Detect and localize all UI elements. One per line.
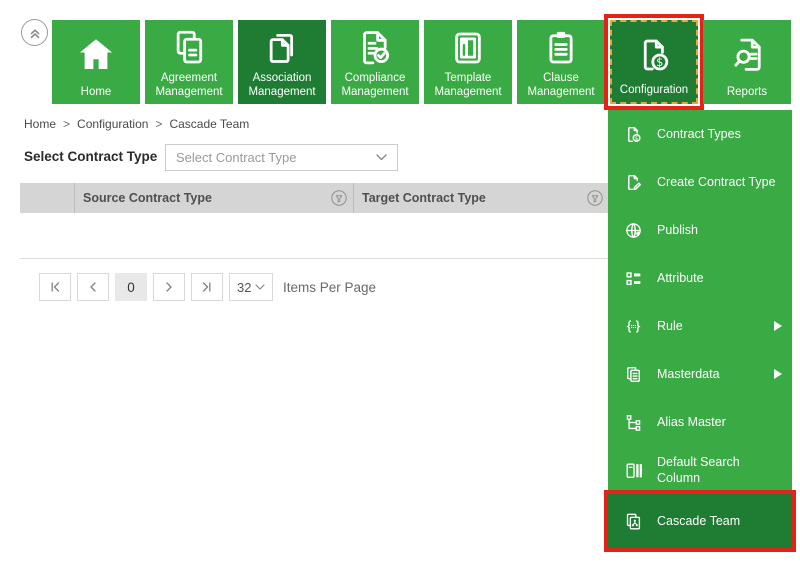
menu-item-create-contract-type[interactable]: Create Contract Type (608, 158, 792, 206)
attribute-icon (621, 267, 645, 289)
menu-item-label: Default Search Column (657, 454, 782, 487)
submenu-arrow-icon (774, 369, 782, 379)
page-size-value: 32 (237, 280, 251, 295)
default-search-column-icon (621, 459, 645, 481)
agreement-icon (168, 20, 210, 71)
nav-tile-label: Association Management (238, 71, 326, 104)
nav-tile-association-management[interactable]: Association Management (238, 20, 326, 104)
breadcrumb-configuration[interactable]: Configuration (77, 117, 148, 131)
menu-item-publish[interactable]: Publish (608, 206, 792, 254)
nav-tile-reports[interactable]: Reports (703, 20, 791, 104)
contract-types-icon: $ (621, 123, 645, 145)
last-page-button[interactable] (191, 273, 223, 301)
breadcrumb-separator: > (155, 117, 162, 131)
association-icon (261, 20, 303, 71)
svg-text:$: $ (656, 55, 663, 69)
menu-item-masterdata[interactable]: Masterdata (608, 350, 792, 398)
clause-icon (540, 20, 582, 71)
svg-text:$: $ (634, 135, 638, 141)
alias-master-icon (621, 411, 645, 433)
menu-item-alias-master[interactable]: Alias Master (608, 398, 792, 446)
select-contract-type-label: Select Contract Type (24, 149, 157, 164)
masterdata-icon (621, 363, 645, 385)
menu-item-label: Publish (657, 222, 782, 238)
nav-tile-configuration[interactable]: $ Configuration (610, 20, 698, 104)
items-per-page-label: Items Per Page (283, 280, 376, 295)
breadcrumb-cascade-team: Cascade Team (169, 117, 249, 131)
grid-header-cell-empty (20, 183, 75, 213)
nav-tile-label: Template Management (424, 71, 512, 104)
grid-header-cell-target-contract-type: Target Contract Type (354, 183, 610, 213)
nav-tile-label: Agreement Management (145, 71, 233, 104)
first-page-button[interactable] (39, 273, 71, 301)
menu-item-label: Rule (657, 318, 774, 334)
nav-tile-clause-management[interactable]: Clause Management (517, 20, 605, 104)
create-contract-type-icon (621, 171, 645, 193)
filter-icon[interactable] (587, 190, 603, 206)
configuration-menu: $ Contract Types Create Contract Type Pu… (608, 110, 792, 548)
menu-item-label: Cascade Team (657, 513, 782, 529)
publish-icon (621, 219, 645, 241)
nav-tile-label: Home (79, 85, 114, 104)
menu-item-label: Create Contract Type (657, 174, 782, 190)
menu-item-label: Alias Master (657, 414, 782, 430)
previous-page-button[interactable] (77, 273, 109, 301)
rule-icon (621, 315, 645, 337)
home-icon (75, 20, 117, 85)
double-chevron-up-icon (27, 25, 43, 41)
nav-tile-template-management[interactable]: Template Management (424, 20, 512, 104)
chevron-down-icon (255, 284, 265, 290)
menu-item-label: Contract Types (657, 126, 782, 142)
compliance-icon (354, 20, 396, 71)
breadcrumb-separator: > (63, 117, 70, 131)
nav-tile-compliance-management[interactable]: Compliance Management (331, 20, 419, 104)
main-nav: Home Agreement Management Association Ma… (52, 20, 791, 104)
menu-item-attribute[interactable]: Attribute (608, 254, 792, 302)
grid-header-label: Target Contract Type (362, 191, 486, 205)
template-icon (447, 20, 489, 71)
nav-tile-agreement-management[interactable]: Agreement Management (145, 20, 233, 104)
collapse-nav-button[interactable] (21, 19, 48, 46)
chevron-down-icon (376, 154, 387, 161)
nav-tile-label: Reports (725, 85, 769, 104)
page-size-select[interactable]: 32 (229, 273, 273, 301)
nav-tile-label: Clause Management (517, 71, 605, 104)
nav-tile-home[interactable]: Home (52, 20, 140, 104)
nav-tile-label: Compliance Management (331, 71, 419, 104)
current-page-indicator: 0 (115, 273, 147, 301)
pager: 0 32 Items Per Page (39, 273, 376, 301)
filter-icon[interactable] (331, 190, 347, 206)
menu-item-rule[interactable]: Rule (608, 302, 792, 350)
contract-type-dropdown-placeholder: Select Contract Type (176, 150, 296, 165)
menu-item-label: Masterdata (657, 366, 774, 382)
breadcrumb-home[interactable]: Home (24, 117, 56, 131)
nav-tile-label: Configuration (618, 83, 690, 102)
menu-item-contract-types[interactable]: $ Contract Types (608, 110, 792, 158)
submenu-arrow-icon (774, 321, 782, 331)
grid-header-label: Source Contract Type (83, 191, 212, 205)
configuration-icon: $ (633, 22, 675, 83)
reports-icon (726, 20, 768, 85)
menu-item-cascade-team[interactable]: Cascade Team (608, 494, 792, 548)
grid-header-cell-source-contract-type: Source Contract Type (75, 183, 354, 213)
breadcrumb: Home > Configuration > Cascade Team (24, 117, 249, 131)
menu-item-label: Attribute (657, 270, 782, 286)
menu-item-default-search-column[interactable]: Default Search Column (608, 446, 792, 494)
next-page-button[interactable] (153, 273, 185, 301)
contract-type-dropdown[interactable]: Select Contract Type (165, 144, 398, 171)
cascade-team-icon (621, 510, 645, 532)
